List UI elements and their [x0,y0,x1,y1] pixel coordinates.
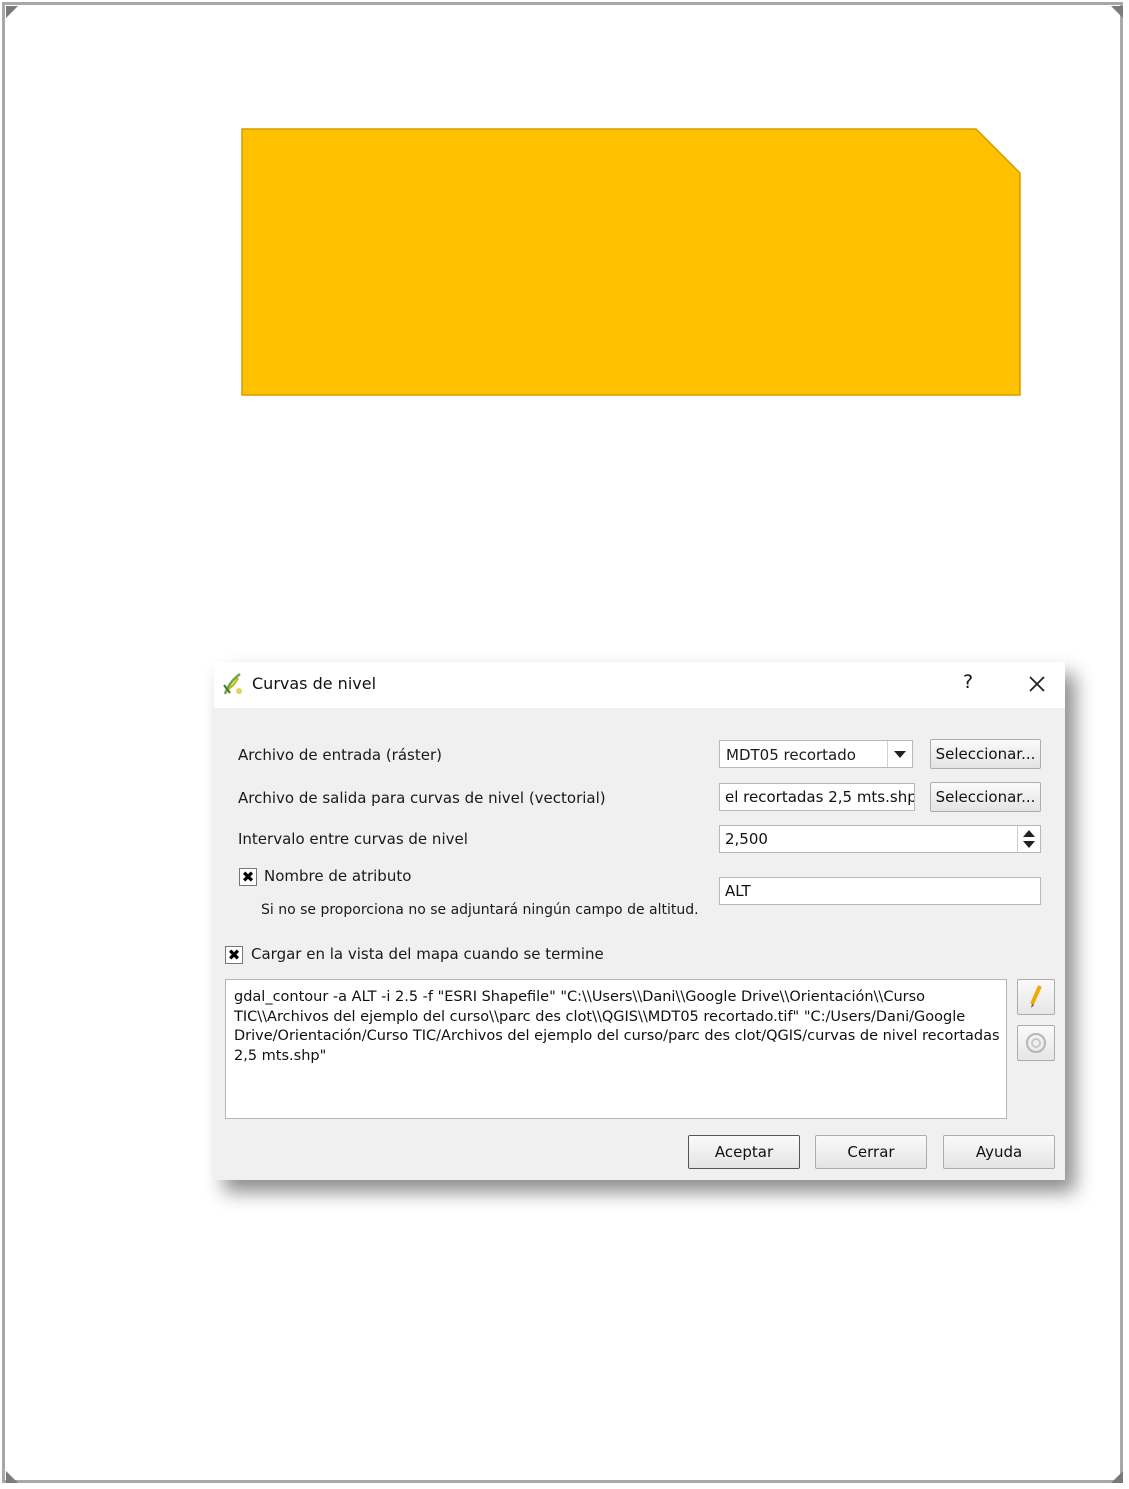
help-question-button[interactable]: ? [956,671,980,693]
command-line: TIC\\Archivos del ejemplo del curso\\par… [234,1008,966,1025]
spin-up-icon[interactable] [1023,830,1035,837]
pencil-icon [1030,985,1042,1008]
reset-command-button[interactable] [1017,1025,1055,1061]
select-output-button[interactable]: Seleccionar... [930,782,1041,812]
input-raster-value: MDT05 recortado [726,746,856,764]
chevron-down-icon[interactable] [887,741,912,767]
command-line: 2,5 mts.shp" [234,1047,327,1064]
output-vector-label: Archivo de salida para curvas de nivel (… [238,789,606,807]
interval-spinbox[interactable]: 2,500 [719,825,1041,853]
spin-buttons[interactable] [1017,826,1040,852]
load-in-map-label: Cargar en la vista del mapa cuando se te… [251,945,604,963]
attribute-checkbox[interactable]: ✖ [239,868,257,886]
page-corner-mark [1111,1471,1123,1483]
yellow-snipped-rectangle [241,128,1021,396]
attribute-label: Nombre de atributo [264,867,412,885]
input-raster-combobox[interactable]: MDT05 recortado [719,740,913,768]
page-corner-mark [1111,6,1123,18]
contour-dialog: Curvas de nivel ? Archivo de entrada (rá… [214,662,1065,1180]
gdal-command-text[interactable]: gdal_contour -a ALT -i 2.5 -f "ESRI Shap… [225,979,1007,1119]
close-button[interactable]: Cerrar [815,1135,927,1169]
page-corner-mark [6,1471,18,1483]
help-button[interactable]: Ayuda [943,1135,1055,1169]
load-in-map-checkbox[interactable]: ✖ [225,946,243,964]
spin-down-icon[interactable] [1023,841,1035,848]
input-raster-label: Archivo de entrada (ráster) [238,746,442,764]
ok-button[interactable]: Aceptar [688,1135,800,1169]
dialog-titlebar: Curvas de nivel ? [214,662,1065,708]
attribute-hint: Si no se proporciona no se adjuntará nin… [261,902,699,918]
command-line: Drive/Orientación/Curso TIC/Archivos del… [234,1028,1000,1044]
select-input-button[interactable]: Seleccionar... [930,739,1041,769]
close-icon[interactable] [1024,671,1050,697]
dialog-title: Curvas de nivel [252,674,377,693]
page-corner-mark [6,6,18,18]
attribute-name-field[interactable]: ALT [719,877,1041,905]
interval-label: Intervalo entre curvas de nivel [238,830,468,848]
interval-value: 2,500 [725,830,768,848]
qgis-contour-icon [223,673,242,695]
reset-icon [1026,1033,1046,1053]
command-line: gdal_contour -a ALT -i 2.5 -f "ESRI Shap… [234,989,926,1005]
edit-command-button[interactable] [1017,979,1055,1015]
output-vector-field[interactable]: el recortadas 2,5 mts.shp [719,783,915,811]
